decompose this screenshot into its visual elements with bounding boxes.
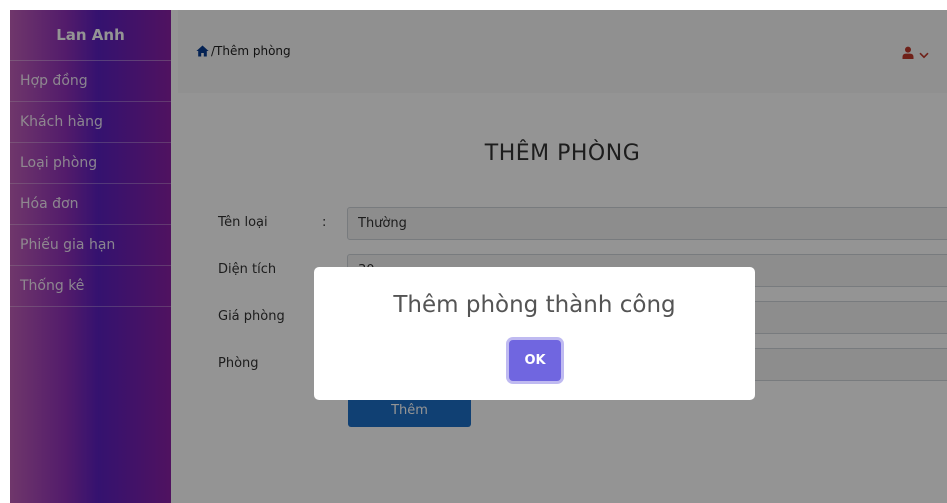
dialog-title: Thêm phòng thành công [393, 292, 676, 318]
app-window: Lan Anh Hợp đồng Khách hàng Loại phòng H… [10, 10, 947, 503]
modal-backdrop[interactable] [10, 10, 947, 503]
screen: Lan Anh Hợp đồng Khách hàng Loại phòng H… [0, 0, 947, 503]
ok-button[interactable]: OK [509, 340, 561, 381]
success-dialog: Thêm phòng thành công OK [314, 267, 755, 400]
